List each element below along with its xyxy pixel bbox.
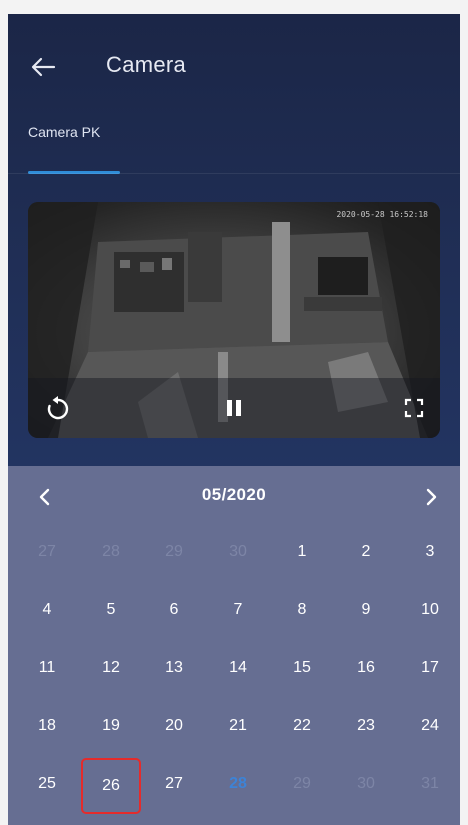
next-month-button[interactable] — [416, 482, 446, 512]
app-header: Camera — [8, 14, 460, 124]
calendar-day-today[interactable]: 28 — [208, 764, 268, 804]
calendar-day[interactable]: 4 — [17, 590, 77, 630]
calendar-day[interactable]: 9 — [336, 590, 396, 630]
calendar-day[interactable]: 8 — [272, 590, 332, 630]
arrow-left-icon — [31, 57, 56, 77]
fullscreen-button[interactable] — [396, 390, 432, 426]
tab-divider — [8, 173, 460, 174]
calendar-week-row: 25 26 27 28 29 30 31 — [8, 758, 460, 822]
calendar-day[interactable]: 14 — [208, 648, 268, 688]
calendar-day[interactable]: 3 — [400, 532, 460, 572]
tab-bar: Camera PK — [8, 114, 460, 174]
calendar-day[interactable]: 15 — [272, 648, 332, 688]
calendar-day[interactable]: 10 — [400, 590, 460, 630]
calendar-day[interactable]: 5 — [81, 590, 141, 630]
replay-button[interactable] — [40, 390, 76, 426]
calendar-day-disabled: 31 — [421, 775, 439, 792]
calendar-day[interactable]: 18 — [17, 706, 77, 746]
calendar-day-prev-month: 28 — [102, 543, 120, 560]
calendar-day[interactable]: 2 — [336, 532, 396, 572]
calendar-header: 05/2020 — [8, 466, 460, 526]
calendar-day[interactable]: 25 — [17, 764, 77, 804]
calendar-day[interactable]: 24 — [400, 706, 460, 746]
calendar-day[interactable]: 23 — [336, 706, 396, 746]
pause-button[interactable] — [216, 390, 252, 426]
calendar-day[interactable]: 27 — [144, 764, 204, 804]
calendar-day[interactable]: 19 — [81, 706, 141, 746]
calendar-week-row: 11 12 13 14 15 16 17 — [8, 648, 460, 706]
calendar-week-row: 4 5 6 7 8 9 10 — [8, 590, 460, 648]
calendar-day-prev-month: 29 — [165, 543, 183, 560]
calendar-day[interactable]: 1 — [272, 532, 332, 572]
calendar-day[interactable]: 6 — [144, 590, 204, 630]
calendar-week-row: 18 19 20 21 22 23 24 — [8, 706, 460, 764]
back-button[interactable] — [26, 50, 60, 84]
calendar-day[interactable]: 16 — [336, 648, 396, 688]
calendar-day-disabled: 30 — [357, 775, 375, 792]
calendar-day[interactable]: 13 — [144, 648, 204, 688]
calendar-day[interactable]: 22 — [272, 706, 332, 746]
calendar-day-grid: 27 28 29 30 1 2 3 4 5 6 7 8 9 10 11 12 1… — [8, 532, 460, 822]
replay-icon — [47, 396, 69, 420]
camera-video-player[interactable]: 2020-05-28 16:52:18 — [28, 202, 440, 438]
app-screen: Camera Camera PK 2020-05-28 16:52:18 05/… — [8, 14, 460, 825]
calendar-day-prev-month: 27 — [38, 543, 56, 560]
calendar-day[interactable]: 17 — [400, 648, 460, 688]
video-timestamp: 2020-05-28 16:52:18 — [336, 210, 428, 219]
calendar-day[interactable]: 20 — [144, 706, 204, 746]
date-picker-calendar: 05/2020 27 28 29 30 1 2 3 4 5 6 7 8 9 10… — [8, 466, 460, 825]
page-title: Camera — [106, 52, 187, 77]
chevron-right-icon — [426, 488, 437, 506]
calendar-week-row: 27 28 29 30 1 2 3 — [8, 532, 460, 590]
tab-camera-pk[interactable]: Camera PK — [28, 124, 100, 140]
calendar-day-prev-month: 30 — [229, 543, 247, 560]
calendar-day-disabled: 29 — [293, 775, 311, 792]
calendar-day[interactable]: 12 — [81, 648, 141, 688]
month-label: 05/2020 — [201, 485, 267, 504]
calendar-day[interactable]: 11 — [17, 648, 77, 688]
video-control-bar — [28, 378, 440, 438]
calendar-day[interactable]: 21 — [208, 706, 268, 746]
pause-icon — [227, 400, 241, 416]
fullscreen-icon — [404, 398, 424, 418]
calendar-day-selected[interactable]: 26 — [81, 758, 141, 814]
calendar-day[interactable]: 7 — [208, 590, 268, 630]
